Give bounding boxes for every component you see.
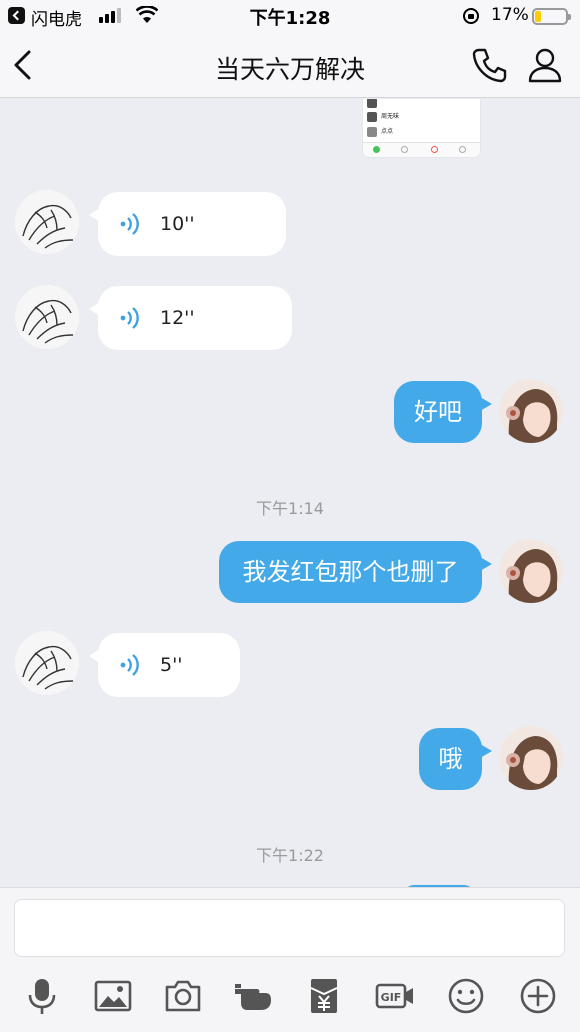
orientation-lock-icon xyxy=(463,8,479,24)
battery-icon xyxy=(532,8,571,25)
outgoing-text-bubble[interactable]: 我发红包那个也删了 xyxy=(219,541,492,603)
image-icon[interactable] xyxy=(93,976,133,1016)
anime-girl-avatar-icon xyxy=(499,379,563,443)
composer: GIF xyxy=(0,887,580,1032)
thumb-row-label: 周无味 xyxy=(381,113,400,120)
time-separator: 下午1:22 xyxy=(256,846,324,865)
voice-wave-icon xyxy=(120,307,139,329)
red-packet-icon[interactable] xyxy=(304,976,344,1016)
my-avatar[interactable] xyxy=(499,726,563,790)
gif-icon[interactable]: GIF xyxy=(375,976,415,1016)
outgoing-text-bubble[interactable]: 好吧 xyxy=(394,381,492,443)
voice-duration: 12'' xyxy=(160,307,195,329)
hands-sketch-icon xyxy=(15,285,79,349)
voice-message-bubble[interactable]: 10'' xyxy=(89,192,286,256)
voice-duration: 5'' xyxy=(160,654,183,676)
composer-toolbar: GIF xyxy=(0,970,580,1022)
voice-message-bubble[interactable]: 5'' xyxy=(89,633,240,697)
my-avatar[interactable] xyxy=(499,539,563,603)
status-bar: 闪电虎 下午1:28 17% xyxy=(0,0,580,32)
contact-avatar[interactable] xyxy=(15,285,79,349)
contact-avatar[interactable] xyxy=(15,631,79,695)
microphone-icon[interactable] xyxy=(22,976,62,1016)
anime-girl-avatar-icon xyxy=(499,539,563,603)
battery-percent: 17% xyxy=(491,5,529,25)
anime-girl-avatar-icon xyxy=(499,726,563,790)
phone-call-icon[interactable] xyxy=(470,46,508,84)
thumb-avatar xyxy=(367,127,377,137)
my-avatar[interactable] xyxy=(499,379,563,443)
contact-avatar[interactable] xyxy=(15,190,79,254)
profile-icon[interactable] xyxy=(526,46,564,84)
screenshot-image-message[interactable]: 周无味 点点 xyxy=(363,99,480,157)
poke-hand-icon[interactable] xyxy=(233,976,273,1016)
voice-duration: 10'' xyxy=(160,213,195,235)
thumb-avatar xyxy=(367,99,377,108)
message-input[interactable] xyxy=(14,899,565,957)
hands-sketch-icon xyxy=(15,631,79,695)
hands-sketch-icon xyxy=(15,190,79,254)
voice-wave-icon xyxy=(120,654,139,676)
thumb-row-label: 点点 xyxy=(381,128,394,135)
thumb-tab-bar xyxy=(363,142,480,157)
nav-bar: 当天六万解决 xyxy=(0,32,580,98)
emoji-icon[interactable] xyxy=(446,976,486,1016)
camera-icon[interactable] xyxy=(163,976,203,1016)
time-separator: 下午1:14 xyxy=(256,499,324,518)
thumb-avatar xyxy=(367,112,377,122)
voice-wave-icon xyxy=(120,213,139,235)
plus-icon[interactable] xyxy=(518,976,558,1016)
outgoing-text-bubble[interactable]: 哦 xyxy=(419,728,492,790)
svg-text:GIF: GIF xyxy=(381,991,402,1004)
voice-message-bubble[interactable]: 12'' xyxy=(89,286,292,350)
message-list[interactable]: 周无味 点点 10'' 12'' 好吧 下午1:14 我发红包那个也删了 5''… xyxy=(0,99,580,887)
